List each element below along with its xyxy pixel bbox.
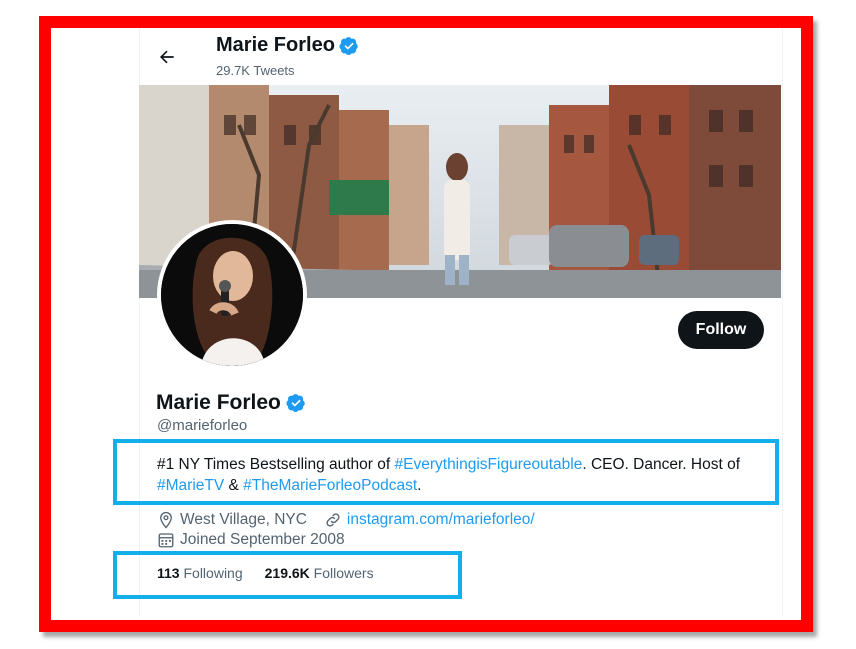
header-name-text: Marie Forleo	[216, 34, 335, 56]
follow-stats: 113 Following 219.6K Followers	[157, 565, 374, 581]
website-link[interactable]: instagram.com/marieforleo/	[347, 511, 535, 529]
hashtag-link[interactable]: #MarieTV	[157, 477, 224, 494]
display-name: Marie Forleo	[156, 391, 306, 415]
link-icon	[326, 513, 340, 527]
profile-bio: #1 NY Times Bestselling author of #Every…	[157, 454, 777, 496]
profile-meta-row: West Village, NYC instagram.com/mariefor…	[157, 511, 535, 529]
location-text: West Village, NYC	[180, 511, 307, 528]
display-name-text: Marie Forleo	[156, 391, 281, 414]
arrow-left-icon	[160, 50, 174, 64]
following-label: Following	[183, 565, 243, 581]
joined-text: Joined September 2008	[180, 531, 345, 548]
followers-label: Followers	[313, 565, 374, 581]
bio-text: . CEO. Dancer. Host of	[582, 456, 741, 473]
profile-avatar[interactable]	[157, 220, 307, 370]
hashtag-link[interactable]: #EverythingisFigureoutable	[395, 456, 583, 473]
calendar-icon	[158, 533, 174, 548]
following-link[interactable]: 113 Following	[157, 565, 243, 581]
followers-link[interactable]: 219.6K Followers	[265, 565, 374, 581]
followers-count: 219.6K	[264, 565, 310, 581]
tweet-count: 29.7K Tweets	[216, 63, 295, 78]
joined-row: Joined September 2008	[157, 531, 345, 549]
verified-badge-icon	[286, 394, 305, 412]
profile-handle: @marieforleo	[157, 417, 248, 434]
bio-text: #1 NY Times Bestselling author of	[157, 456, 395, 473]
following-count: 113	[157, 565, 180, 581]
location-pin-icon	[160, 511, 172, 529]
header-title: Marie Forleo	[216, 34, 359, 57]
bio-text: .	[417, 477, 422, 494]
bio-text: &	[224, 477, 244, 494]
back-button[interactable]	[150, 40, 184, 74]
hashtag-link[interactable]: #TheMarieForleoPodcast	[243, 477, 417, 494]
verified-badge-icon	[339, 36, 358, 55]
follow-button[interactable]: Follow	[678, 311, 764, 349]
